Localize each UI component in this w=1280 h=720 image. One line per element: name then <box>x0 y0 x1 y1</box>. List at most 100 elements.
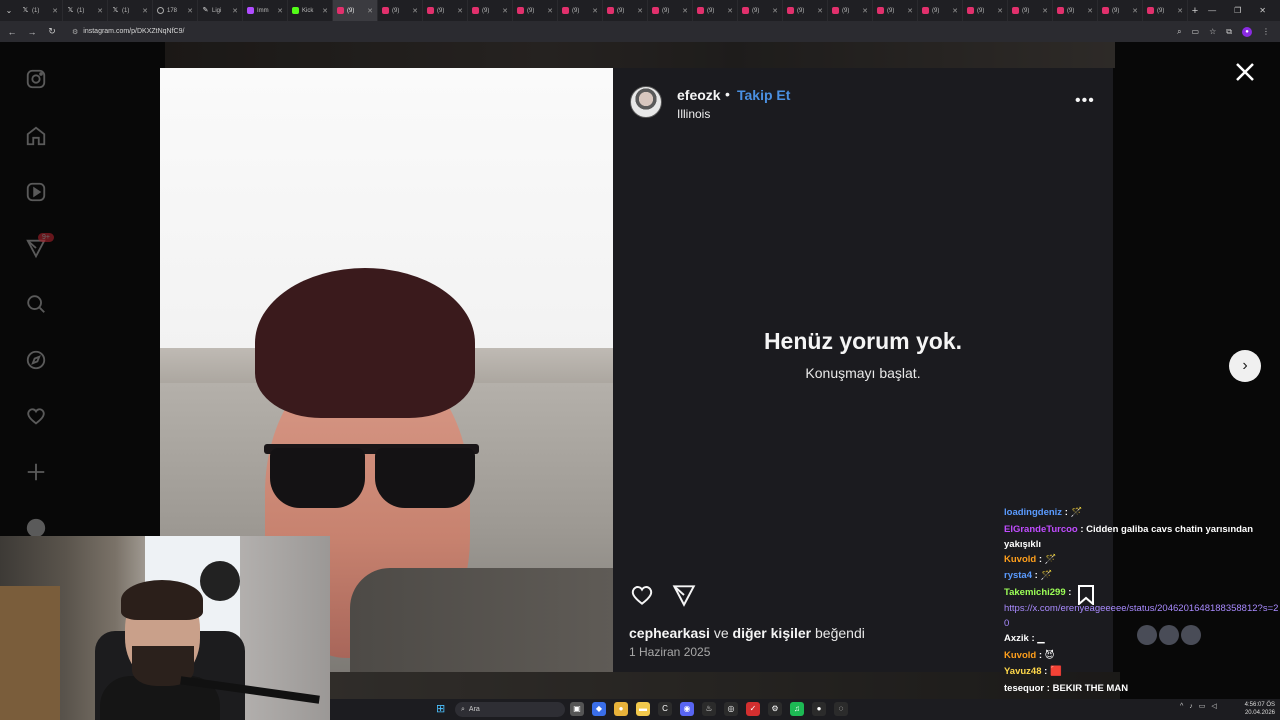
tab-close-icon[interactable]: ✕ <box>322 7 328 15</box>
browser-tab[interactable]: (9) ✕ <box>468 0 513 21</box>
likes-others-link[interactable]: diğer kişiler <box>733 625 812 641</box>
chat-username[interactable]: Takemichi299 <box>1004 587 1066 598</box>
tab-close-icon[interactable]: ✕ <box>457 7 463 15</box>
close-window-icon[interactable]: ✕ <box>1259 6 1266 15</box>
tab-close-icon[interactable]: ✕ <box>997 7 1003 15</box>
chrome-alt-icon[interactable]: ● <box>812 702 826 716</box>
steam-icon[interactable]: ♨ <box>702 702 716 716</box>
tab-close-icon[interactable]: ✕ <box>952 7 958 15</box>
copilot-icon[interactable]: ◆ <box>592 702 606 716</box>
chat-username[interactable]: Kuvold <box>1004 650 1036 661</box>
tab-close-icon[interactable]: ✕ <box>727 7 733 15</box>
network-icon[interactable]: ▭ <box>1199 702 1206 710</box>
browser-tab[interactable]: 𝕏 (1) ✕ <box>63 0 108 21</box>
tab-close-icon[interactable]: ✕ <box>592 7 598 15</box>
chrome-icon[interactable]: ● <box>614 702 628 716</box>
profile-avatar[interactable]: ● <box>1242 26 1252 37</box>
app-extra-icon[interactable]: ◌ <box>834 702 848 716</box>
obs-icon[interactable]: ◎ <box>724 702 738 716</box>
chat-username[interactable]: loadingdeniz <box>1004 507 1062 518</box>
chat-username[interactable]: Yavuz48 <box>1004 666 1042 677</box>
tab-close-icon[interactable]: ✕ <box>97 7 103 15</box>
windows-start-icon[interactable]: ⊞ <box>436 703 448 715</box>
taskbar-search[interactable]: ⌕ Ara <box>455 702 565 717</box>
forward-icon[interactable]: → <box>26 27 38 37</box>
mic-icon[interactable]: ♪ <box>1189 703 1193 710</box>
new-tab-button[interactable]: + <box>1188 5 1202 17</box>
extensions-icon[interactable]: ⧉ <box>1226 27 1232 37</box>
browser-menu-icon[interactable]: ⋮ <box>1262 27 1270 36</box>
tab-close-icon[interactable]: ✕ <box>232 7 238 15</box>
browser-tab[interactable]: Imm ✕ <box>243 0 288 21</box>
tab-close-icon[interactable]: ✕ <box>502 7 508 15</box>
browser-tab[interactable]: (9) ✕ <box>1098 0 1143 21</box>
taskbar-clock[interactable]: 4:56:07 ÖS 20.04.2026 <box>1235 701 1275 717</box>
browser-tab[interactable]: 178 ✕ <box>153 0 198 21</box>
next-post-arrow-icon[interactable]: › <box>1229 350 1261 382</box>
author-avatar[interactable] <box>630 86 662 118</box>
tab-close-icon[interactable]: ✕ <box>142 7 148 15</box>
address-bar[interactable]: ⚙ instagram.com/p/DKXZtNqNfC9/ <box>66 24 1169 39</box>
browser-tab[interactable]: (9) ✕ <box>873 0 918 21</box>
browser-tab[interactable]: (9) ✕ <box>783 0 828 21</box>
post-location[interactable]: Illinois <box>677 107 710 121</box>
browser-tab[interactable]: (9) ✕ <box>1143 0 1188 21</box>
tab-close-icon[interactable]: ✕ <box>1087 7 1093 15</box>
share-icon[interactable] <box>671 582 697 608</box>
minimize-icon[interactable]: — <box>1208 6 1216 15</box>
liker-username[interactable]: cephearkasi <box>629 625 710 641</box>
follow-button[interactable]: Takip Et <box>737 87 790 103</box>
browser-tab[interactable]: (9) ✕ <box>378 0 423 21</box>
browser-tab[interactable]: (9) ✕ <box>333 0 378 21</box>
browser-tab[interactable]: (9) ✕ <box>918 0 963 21</box>
reload-icon[interactable]: ↻ <box>46 26 58 37</box>
chat-username[interactable]: tesequor <box>1004 683 1044 694</box>
tab-close-icon[interactable]: ✕ <box>1132 7 1138 15</box>
browser-tab[interactable]: 𝕏 (1) ✕ <box>18 0 63 21</box>
browser-tab[interactable]: (9) ✕ <box>513 0 558 21</box>
chat-username[interactable]: Axzik <box>1004 633 1029 644</box>
task-view-icon[interactable]: ▣ <box>570 702 584 716</box>
browser-tab[interactable]: Kick ✕ <box>288 0 333 21</box>
browser-tab[interactable]: (9) ✕ <box>1053 0 1098 21</box>
tab-close-icon[interactable]: ✕ <box>772 7 778 15</box>
tray-chevron-icon[interactable]: ^ <box>1180 703 1183 710</box>
browser-tab[interactable]: (9) ✕ <box>423 0 468 21</box>
tab-close-icon[interactable]: ✕ <box>187 7 193 15</box>
tab-search-menu[interactable]: ⌄ <box>0 0 18 21</box>
chat-username[interactable]: rysta4 <box>1004 570 1032 581</box>
app-settings-icon[interactable]: ⚙ <box>768 702 782 716</box>
tab-close-icon[interactable]: ✕ <box>1177 7 1183 15</box>
browser-tab[interactable]: (9) ✕ <box>738 0 783 21</box>
chat-username[interactable]: ElGrandeTurcoo <box>1004 524 1078 535</box>
browser-tab[interactable]: (9) ✕ <box>828 0 873 21</box>
author-username[interactable]: efeozk <box>677 87 721 103</box>
like-heart-icon[interactable] <box>629 582 655 608</box>
browser-tab[interactable]: (9) ✕ <box>963 0 1008 21</box>
volume-icon[interactable]: ◁ <box>1211 702 1216 710</box>
spotify-icon[interactable]: ♫ <box>790 702 804 716</box>
tab-close-icon[interactable]: ✕ <box>682 7 688 15</box>
tab-close-icon[interactable]: ✕ <box>817 7 823 15</box>
tab-close-icon[interactable]: ✕ <box>637 7 643 15</box>
save-bookmark-icon[interactable] <box>1077 585 1095 607</box>
browser-tab[interactable]: (9) ✕ <box>648 0 693 21</box>
bookmark-star-icon[interactable]: ☆ <box>1209 27 1216 36</box>
chat-username[interactable]: Kuvold <box>1004 554 1036 565</box>
tab-close-icon[interactable]: ✕ <box>52 7 58 15</box>
back-icon[interactable]: ← <box>6 27 18 37</box>
tab-close-icon[interactable]: ✕ <box>412 7 418 15</box>
file-explorer-icon[interactable]: ▬ <box>636 702 650 716</box>
browser-tab[interactable]: (9) ✕ <box>1008 0 1053 21</box>
app-c-icon[interactable]: C <box>658 702 672 716</box>
browser-tab[interactable]: (9) ✕ <box>693 0 738 21</box>
tab-close-icon[interactable]: ✕ <box>907 7 913 15</box>
browser-tab[interactable]: (9) ✕ <box>603 0 648 21</box>
tab-close-icon[interactable]: ✕ <box>547 7 553 15</box>
tab-close-icon[interactable]: ✕ <box>367 7 373 15</box>
restore-icon[interactable]: ❐ <box>1234 6 1241 15</box>
tab-close-icon[interactable]: ✕ <box>1042 7 1048 15</box>
browser-tab[interactable]: 𝕏 (1) ✕ <box>108 0 153 21</box>
tab-close-icon[interactable]: ✕ <box>862 7 868 15</box>
zoom-icon[interactable]: ⌕ <box>1177 27 1181 37</box>
